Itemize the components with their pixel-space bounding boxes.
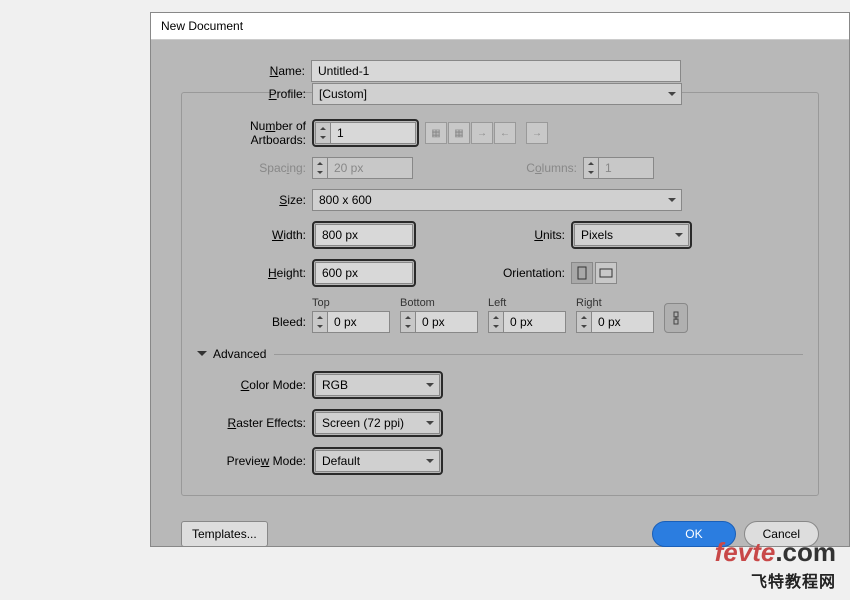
name-label: Name: xyxy=(181,64,311,78)
units-select[interactable]: Pixels xyxy=(574,224,689,246)
columns-label: Columns: xyxy=(413,161,583,175)
raster-label: Raster Effects: xyxy=(197,416,312,430)
bleed-left-label: Left xyxy=(488,297,566,309)
artboards-spinner[interactable] xyxy=(315,122,331,144)
arrow-right-icon: → xyxy=(526,122,548,144)
bleed-left-input[interactable] xyxy=(504,311,566,333)
columns-input xyxy=(599,157,654,179)
orientation-label: Orientation: xyxy=(416,266,571,280)
grid-layout-icon: ▦ xyxy=(448,122,470,144)
bleed-top-input[interactable] xyxy=(328,311,390,333)
profile-select[interactable]: [Custom] xyxy=(312,83,682,105)
watermark: fevte.com 飞特教程网 xyxy=(715,537,836,592)
bleed-label: Bleed: xyxy=(197,315,312,333)
divider xyxy=(274,354,803,355)
bleed-right-label: Right xyxy=(576,297,654,309)
orientation-portrait-button[interactable] xyxy=(571,262,593,284)
bleed-right-input[interactable] xyxy=(592,311,654,333)
bleed-link-button[interactable] xyxy=(664,303,688,333)
colormode-label: Color Mode: xyxy=(197,378,312,392)
advanced-label: Advanced xyxy=(213,347,266,361)
row-left-icon: ← xyxy=(494,122,516,144)
bleed-bottom-spinner[interactable] xyxy=(400,311,416,333)
grid-layout-icon: ▦ xyxy=(425,122,447,144)
preview-label: Preview Mode: xyxy=(197,454,312,468)
bleed-top-label: Top xyxy=(312,297,390,309)
columns-spinner xyxy=(583,157,599,179)
size-label: Size: xyxy=(197,193,312,207)
colormode-select[interactable]: RGB xyxy=(315,374,440,396)
spacing-spinner xyxy=(312,157,328,179)
portrait-icon xyxy=(576,266,588,280)
bleed-left-spinner[interactable] xyxy=(488,311,504,333)
templates-button[interactable]: Templates... xyxy=(181,521,268,547)
dialog-title: New Document xyxy=(151,13,849,40)
landscape-icon xyxy=(599,267,613,279)
units-label: Units: xyxy=(416,228,571,242)
spacing-input xyxy=(328,157,413,179)
row-right-icon: → xyxy=(471,122,493,144)
advanced-toggle[interactable]: Advanced xyxy=(197,347,803,361)
preview-select[interactable]: Default xyxy=(315,450,440,472)
new-document-dialog: New Document Name: Profile: [Custom] Num… xyxy=(150,12,850,547)
bleed-bottom-input[interactable] xyxy=(416,311,478,333)
orientation-landscape-button[interactable] xyxy=(595,262,617,284)
link-icon xyxy=(671,310,681,326)
bleed-right-spinner[interactable] xyxy=(576,311,592,333)
bleed-top-spinner[interactable] xyxy=(312,311,328,333)
width-label: Width: xyxy=(197,228,312,242)
bleed-bottom-label: Bottom xyxy=(400,297,478,309)
artboards-input[interactable] xyxy=(331,122,416,144)
profile-label: Profile: xyxy=(197,87,312,101)
spacing-label: Spacing: xyxy=(197,161,312,175)
raster-select[interactable]: Screen (72 ppi) xyxy=(315,412,440,434)
width-input[interactable] xyxy=(315,224,413,246)
name-input[interactable] xyxy=(311,60,681,82)
height-input[interactable] xyxy=(315,262,413,284)
size-select[interactable]: 800 x 600 xyxy=(312,189,682,211)
artboards-label: Number of Artboards: xyxy=(197,119,312,147)
height-label: Height: xyxy=(197,266,312,280)
